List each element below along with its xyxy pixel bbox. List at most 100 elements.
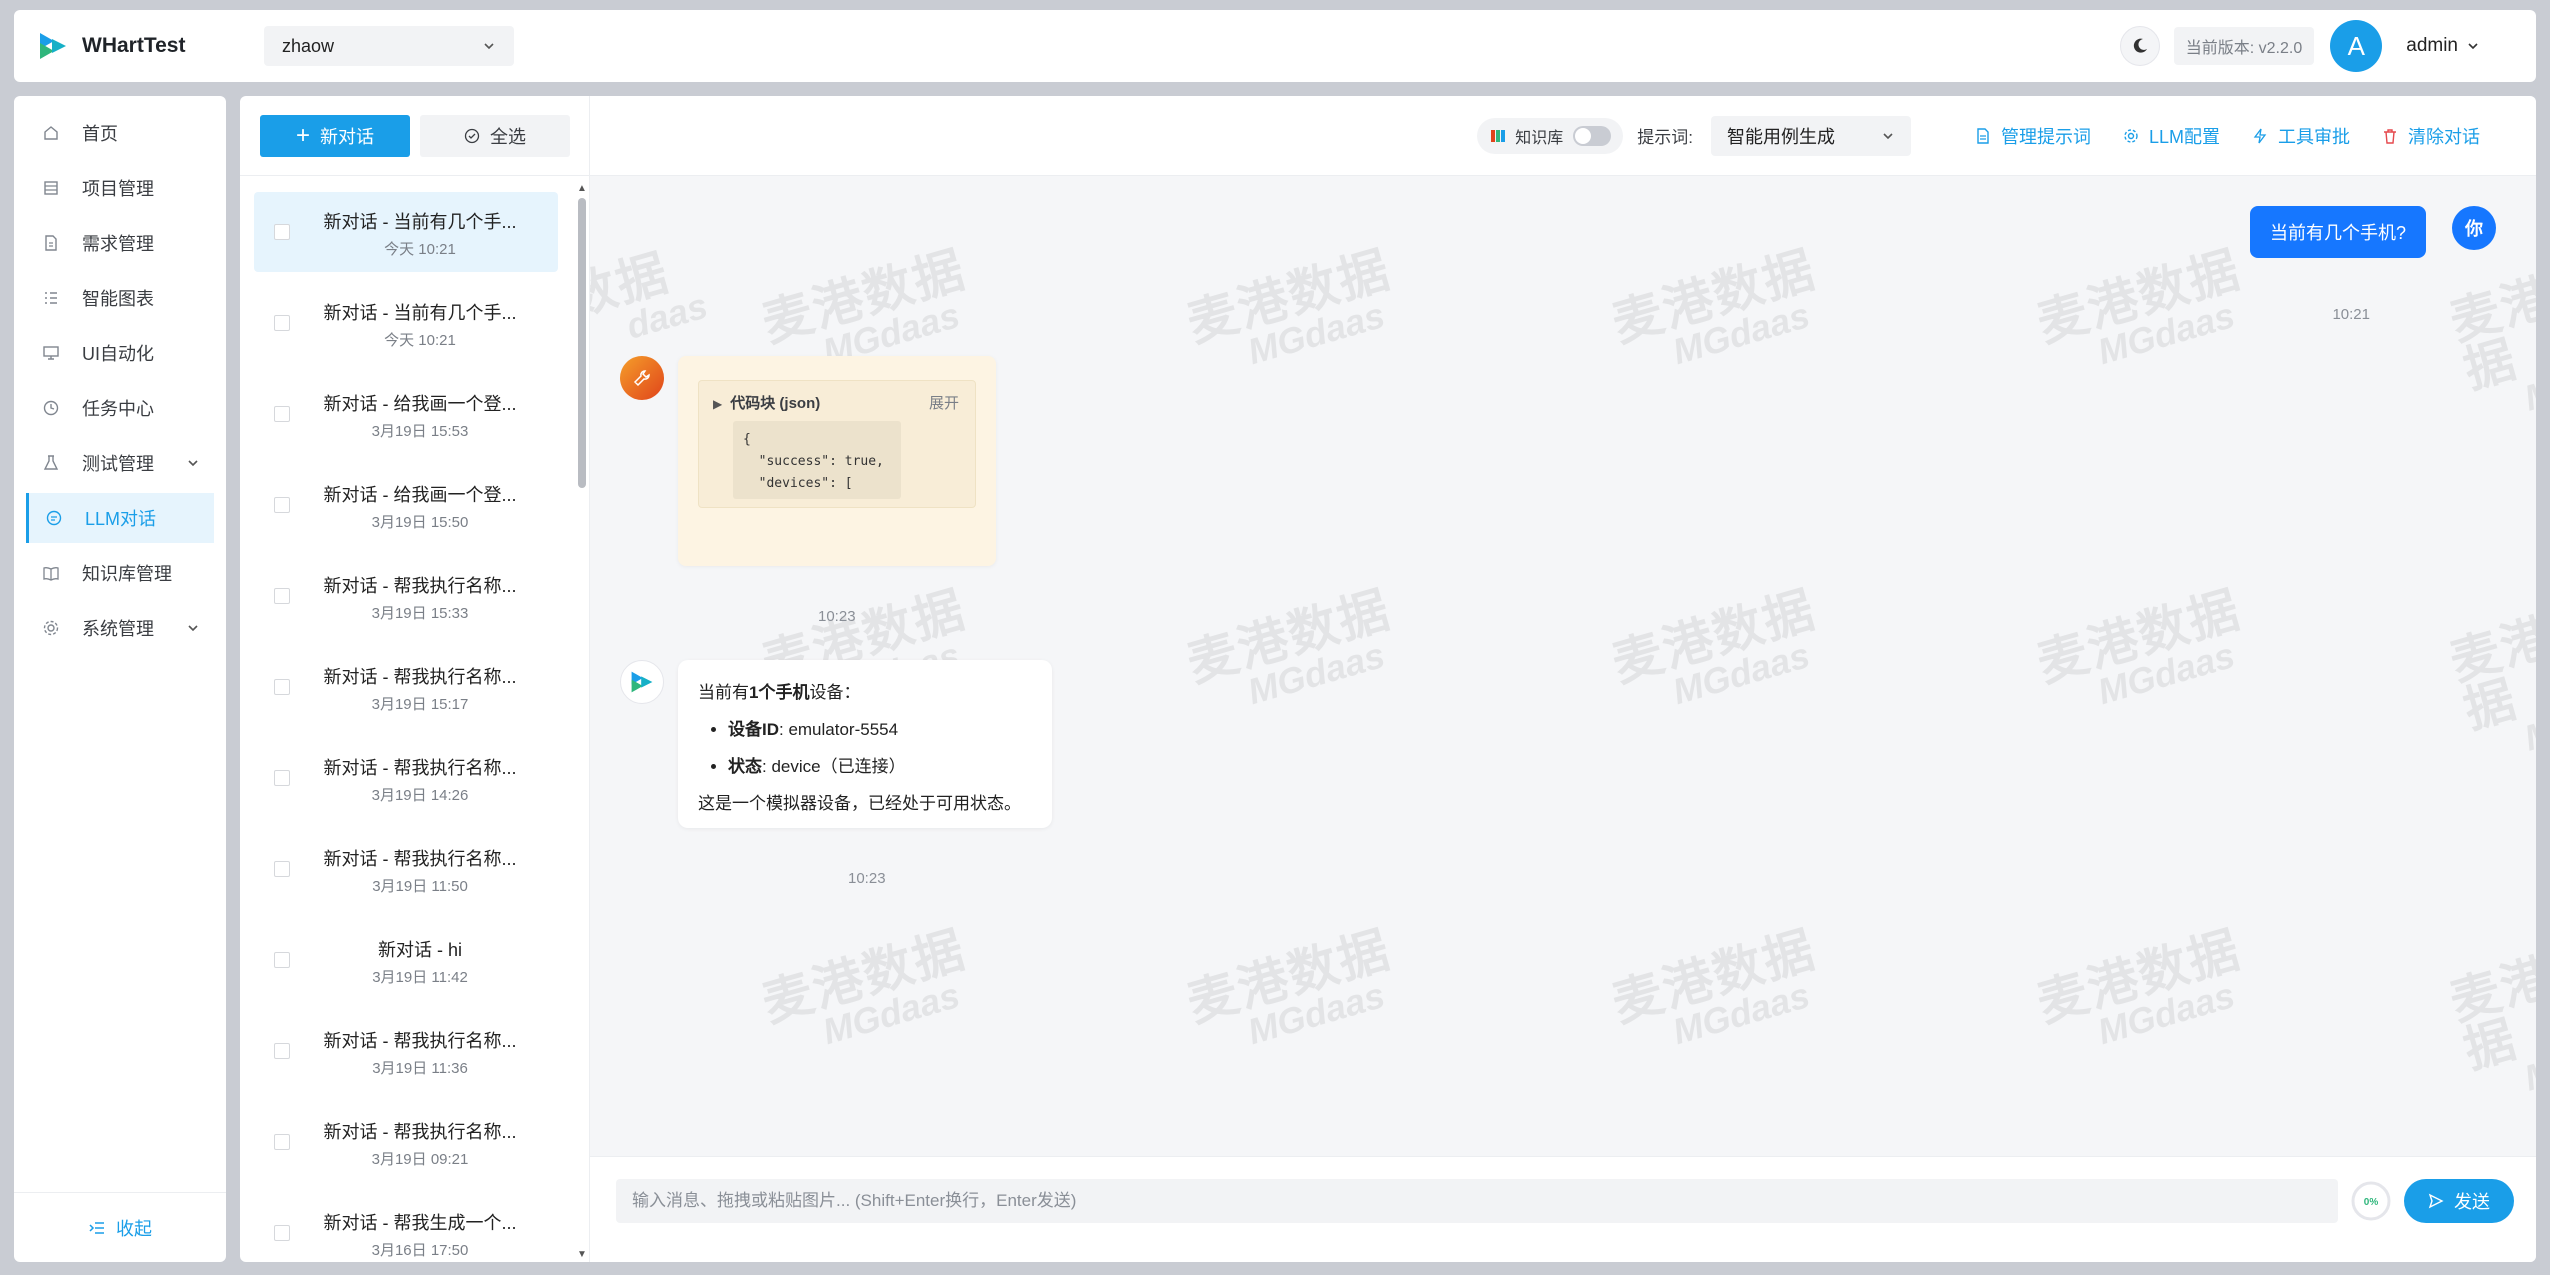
conversation-item[interactable]: 新对话 - hi 3月19日 11:42 — [254, 920, 558, 1000]
user-menu[interactable]: admin — [2406, 35, 2480, 57]
project-select-value: zhaow — [282, 35, 335, 56]
conversation-time: 3月19日 14:26 — [371, 787, 469, 804]
watermark: 麦港数据MGdaas — [1606, 581, 1822, 713]
app-logo[interactable]: WHartTest — [38, 31, 264, 61]
sidebar: 首页 项目管理 需求管理 智能图表 UI自动化 任务中心 测试管理 LLM对话 … — [14, 96, 226, 1262]
manage-prompts-label: 管理提示词 — [2000, 126, 2091, 147]
code-expand-button[interactable]: 展开 — [929, 392, 959, 413]
conversation-time: 3月19日 15:17 — [371, 696, 469, 713]
sidebar-item-label: 需求管理 — [82, 234, 154, 254]
flask-icon — [43, 455, 59, 470]
sidebar-item-home[interactable]: 首页 — [26, 108, 214, 158]
chevron-down-icon — [1883, 132, 1893, 139]
assistant-outro: 这是一个模拟器设备，已经处于可用状态。 — [698, 794, 1021, 813]
chat-panel: 数据 daas 麦港数据 MGdaas 麦港数据 MGdaas 麦港数据 MGdaas … — [590, 96, 2536, 1262]
conversation-checkbox[interactable] — [274, 679, 290, 695]
conversation-item[interactable]: 新对话 - 帮我执行名称... 3月19日 11:50 — [254, 829, 558, 909]
chevron-down-icon — [484, 43, 494, 50]
watermark: 麦港数据MGdaas — [2444, 253, 2536, 419]
conversation-title: 新对话 - 帮我执行名称... — [323, 758, 517, 778]
sidebar-item-projects[interactable]: 项目管理 — [26, 163, 214, 213]
settings-icon — [43, 620, 59, 636]
expand-triangle-icon: ▶ — [713, 397, 723, 411]
sidebar-item-label: 首页 — [82, 124, 118, 144]
conversation-checkbox[interactable] — [274, 770, 290, 786]
collapse-icon — [89, 1221, 104, 1234]
tool-message-time: 10:23 — [818, 608, 856, 625]
chevron-down-icon — [188, 625, 198, 632]
code-block-title: 代码块 (json) — [730, 395, 821, 412]
conversation-item[interactable]: 新对话 - 帮我执行名称... 3月19日 14:26 — [254, 738, 558, 818]
watermark: 麦港数据MGdaas — [2031, 921, 2247, 1053]
sidebar-item-label: LLM对话 — [85, 509, 157, 529]
conversation-scrollbar[interactable]: ▲ ▼ — [575, 182, 589, 1262]
scroll-down-icon[interactable]: ▼ — [577, 1250, 587, 1260]
conversation-checkbox[interactable] — [274, 952, 290, 968]
watermark: 麦港数据MGdaas — [2444, 593, 2536, 759]
new-conversation-button[interactable]: + 新对话 — [260, 114, 410, 157]
project-select[interactable]: zhaow — [264, 26, 514, 66]
sidebar-item-smart-charts[interactable]: 智能图表 — [26, 273, 214, 323]
prompt-select[interactable]: 智能用例生成 — [1710, 115, 1911, 156]
wrench-icon — [633, 370, 650, 387]
conversation-time: 3月19日 15:50 — [371, 514, 469, 531]
conversation-item[interactable]: 新对话 - 帮我执行名称... 3月19日 11:36 — [254, 1011, 558, 1091]
sidebar-item-task-center[interactable]: 任务中心 — [26, 383, 214, 433]
prompt-label: 提示词: — [1637, 128, 1693, 147]
select-all-button[interactable]: 全选 — [420, 114, 570, 157]
conversation-checkbox[interactable] — [274, 315, 290, 331]
select-all-label: 全选 — [490, 126, 526, 147]
message-input[interactable] — [616, 1179, 2338, 1223]
conversation-checkbox[interactable] — [274, 1043, 290, 1059]
sidebar-item-ui-automation[interactable]: UI自动化 — [26, 328, 214, 378]
conversation-item[interactable]: 新对话 - 帮我生成一个... 3月16日 17:50 — [254, 1193, 558, 1262]
user-name: admin — [2406, 35, 2458, 56]
sidebar-item-llm-chat[interactable]: LLM对话 — [26, 493, 214, 543]
user-avatar[interactable]: A — [2330, 20, 2383, 72]
tool-approval-button[interactable]: 工具审批 — [2252, 123, 2350, 149]
conversation-item[interactable]: 新对话 - 帮我执行名称... 3月19日 09:21 — [254, 1102, 558, 1182]
conversation-checkbox[interactable] — [274, 1225, 290, 1241]
chat-toolbar: 知识库 提示词: 智能用例生成 管理提示词 LLM配置 工具审批 清除对话 — [590, 96, 2536, 176]
conversation-checkbox[interactable] — [274, 497, 290, 513]
scrollbar-thumb[interactable] — [578, 198, 586, 488]
send-button[interactable]: 发送 — [2404, 1179, 2514, 1223]
conversation-checkbox[interactable] — [274, 588, 290, 604]
conversation-checkbox[interactable] — [274, 224, 290, 240]
conversation-item[interactable]: 新对话 - 当前有几个手... 今天 10:21 — [254, 192, 558, 272]
clear-chat-button[interactable]: 清除对话 — [2382, 123, 2480, 149]
theme-toggle-button[interactable] — [2119, 26, 2160, 66]
monitor-icon — [43, 346, 59, 360]
watermark: 麦港数据MGdaas — [1606, 241, 1822, 373]
conversation-time: 今天 10:21 — [384, 332, 456, 349]
knowledge-base-switch[interactable] — [1573, 125, 1612, 146]
list-item: 状态: device（已连接） — [728, 752, 1032, 777]
code-block-header[interactable]: ▶ 代码块 (json) — [713, 392, 820, 413]
scroll-up-icon[interactable]: ▲ — [577, 184, 587, 194]
conversation-item[interactable]: 新对话 - 给我画一个登... 3月19日 15:50 — [254, 465, 558, 545]
conversation-item[interactable]: 新对话 - 给我画一个登... 3月19日 15:53 — [254, 374, 558, 454]
knowledge-base-toggle[interactable]: 知识库 — [1477, 117, 1624, 154]
sidebar-item-requirements[interactable]: 需求管理 — [26, 218, 214, 268]
sidebar-collapse-button[interactable]: 收起 — [14, 1192, 226, 1262]
document-icon — [1977, 127, 1989, 144]
chevron-down-icon — [2468, 43, 2478, 50]
conversation-checkbox[interactable] — [274, 1134, 290, 1150]
llm-config-button[interactable]: LLM配置 — [2123, 123, 2220, 149]
user-message-text: 当前有几个手机? — [2269, 223, 2406, 243]
send-icon — [2428, 1193, 2444, 1209]
sidebar-item-test-management[interactable]: 测试管理 — [26, 438, 214, 488]
conversation-time: 3月16日 17:50 — [371, 1242, 469, 1259]
watermark: 麦港数据MGdaas — [2444, 933, 2536, 1099]
watermark: 麦港数据MGdaas — [1181, 241, 1397, 373]
conversation-checkbox[interactable] — [274, 861, 290, 877]
assistant-avatar — [620, 660, 664, 704]
sidebar-item-label: UI自动化 — [82, 344, 154, 364]
conversation-item[interactable]: 新对话 - 当前有几个手... 今天 10:21 — [254, 283, 558, 363]
conversation-item[interactable]: 新对话 - 帮我执行名称... 3月19日 15:33 — [254, 556, 558, 636]
sidebar-item-system-management[interactable]: 系统管理 — [26, 603, 214, 653]
manage-prompts-button[interactable]: 管理提示词 — [1975, 123, 2091, 149]
sidebar-item-knowledge-base[interactable]: 知识库管理 — [26, 548, 214, 598]
conversation-item[interactable]: 新对话 - 帮我执行名称... 3月19日 15:17 — [254, 647, 558, 727]
conversation-checkbox[interactable] — [274, 406, 290, 422]
